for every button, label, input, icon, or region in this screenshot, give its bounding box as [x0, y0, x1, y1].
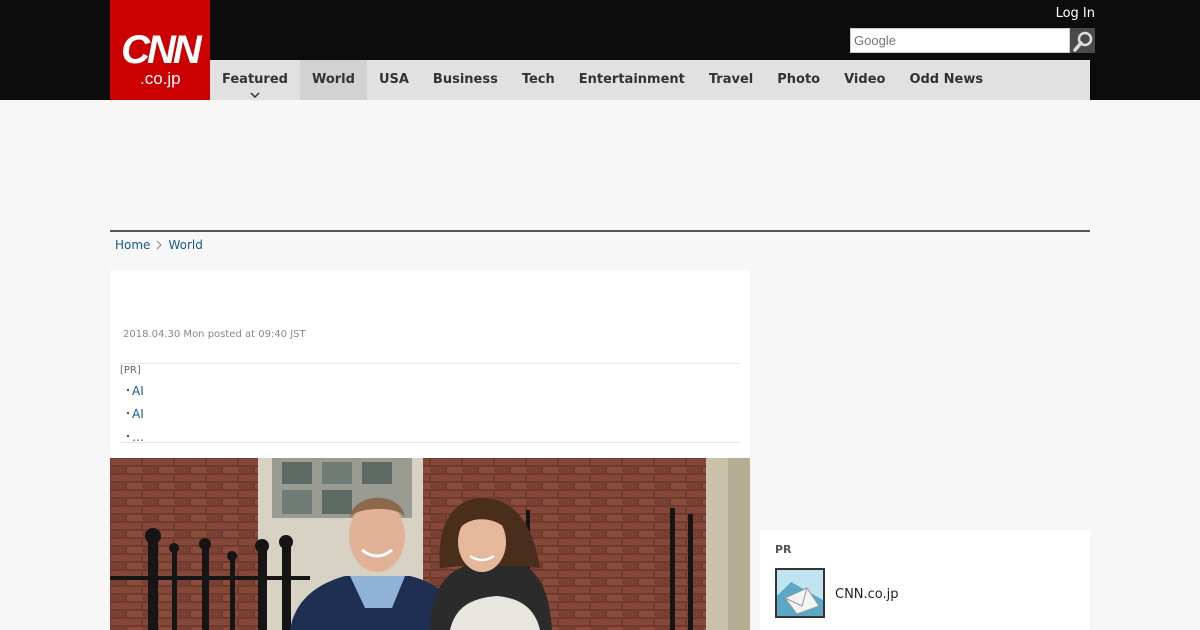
pr-links-block: [PR] ・ AI ・ AI ・ … — [120, 363, 740, 444]
nav-item-odd-news[interactable]: Odd News — [897, 60, 995, 100]
top-bar: CNN .co.jp Log In Featured World USA Bus… — [0, 0, 1200, 100]
sidebar-pr-link[interactable]: CNN.co.jp — [835, 587, 899, 602]
article-card: 2018.04.30 Mon posted at 09:40 JST [PR] … — [110, 270, 750, 630]
bullet: ・ — [123, 432, 133, 443]
login-link[interactable]: Log In — [1056, 6, 1095, 21]
nav-item-entertainment[interactable]: Entertainment — [567, 60, 697, 100]
sidebar-pr-thumbnail[interactable] — [775, 568, 825, 618]
magnifier-icon — [1072, 31, 1092, 52]
chevron-down-icon — [250, 92, 260, 99]
nav-item-world[interactable]: World — [299, 60, 367, 100]
pr-link-list: ・ AI ・ AI ・ … — [123, 380, 144, 449]
bullet: ・ — [123, 386, 133, 397]
article-photo-image — [110, 458, 750, 630]
list-item: ・ … — [123, 426, 144, 449]
list-item: ・ AI — [123, 380, 144, 403]
nav-item-travel[interactable]: Travel — [697, 60, 765, 100]
nav-item-photo[interactable]: Photo — [765, 60, 832, 100]
main-nav: Featured World USA Business Tech Enterta… — [210, 60, 1090, 100]
pr-link[interactable]: … — [132, 426, 144, 449]
article-photo — [110, 458, 750, 630]
chevron-right-icon — [156, 240, 163, 250]
pr-link[interactable]: AI — [132, 380, 144, 403]
nav-item-business[interactable]: Business — [421, 60, 510, 100]
pr-tag: [PR] — [120, 365, 141, 376]
sidebar-pr-box: PR CNN.co.jp — [760, 530, 1090, 630]
search-button[interactable] — [1070, 28, 1095, 53]
nav-item-video[interactable]: Video — [832, 60, 897, 100]
ad-divider — [110, 230, 1090, 232]
breadcrumb-home[interactable]: Home — [115, 238, 150, 252]
pr-link[interactable]: AI — [132, 403, 144, 426]
cnn-logo[interactable]: CNN .co.jp — [110, 0, 210, 100]
search-input[interactable] — [850, 28, 1070, 53]
bullet: ・ — [123, 409, 133, 420]
breadcrumb: Home World — [115, 238, 203, 252]
breadcrumb-world[interactable]: World — [168, 238, 202, 252]
nav-item-featured[interactable]: Featured — [210, 60, 300, 100]
list-item: ・ AI — [123, 403, 144, 426]
article-dateline: 2018.04.30 Mon posted at 09:40 JST — [123, 329, 306, 340]
nav-item-tech[interactable]: Tech — [510, 60, 567, 100]
sidebar-pr-title: PR — [775, 543, 792, 556]
nav-item-usa[interactable]: USA — [367, 60, 421, 100]
envelope-icon — [777, 570, 823, 616]
logo-main-text: CNN — [121, 28, 202, 72]
logo-sub-text: .co.jp — [140, 69, 181, 88]
nav-item-label: Featured — [222, 72, 288, 87]
